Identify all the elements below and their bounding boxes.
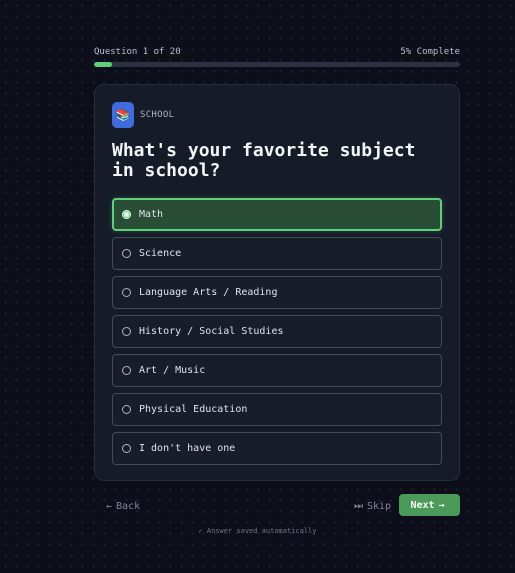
next-button[interactable]: Next → [399,494,460,516]
arrow-right-icon: → [438,499,445,511]
books-icon: 📚 [112,102,134,128]
option-none[interactable]: I don't have one [112,432,442,465]
question-title: What's your favorite subject in school? [112,140,416,181]
option-label: Physical Education [139,404,248,415]
radio-icon [122,249,131,258]
progress-bar [94,62,460,67]
option-label: Language Arts / Reading [139,287,278,298]
radio-icon [122,405,131,414]
option-label: I don't have one [139,443,236,454]
category-label: SCHOOL [140,110,175,120]
option-history[interactable]: History / Social Studies [112,315,442,348]
question-counter: Question 1 of 20 [94,47,181,57]
autosave-note: ✓ Answer saved automatically [198,527,317,535]
category-header: 📚 SCHOOL [112,102,174,128]
progress-header: Question 1 of 20 5% Complete [94,47,460,57]
option-label: Science [139,248,182,259]
option-label: Math [139,209,164,220]
option-art-music[interactable]: Art / Music [112,354,442,387]
percent-complete: 5% Complete [400,47,460,57]
option-physical-education[interactable]: Physical Education [112,393,442,426]
option-label: History / Social Studies [139,326,284,337]
radio-selected-icon [122,210,131,219]
back-label: Back [116,500,141,512]
skip-label: Skip [367,500,392,512]
progress-bar-fill [94,62,113,67]
question-card: 📚 SCHOOL What's your favorite subject in… [94,84,460,481]
option-math[interactable]: Math [112,198,442,231]
answer-options: Math Science Language Arts / Reading His… [112,198,442,471]
skip-button[interactable]: ⏭ Skip [350,498,391,514]
option-science[interactable]: Science [112,237,442,270]
radio-icon [122,327,131,336]
next-label: Next [410,499,435,511]
radio-icon [122,366,131,375]
arrow-left-icon: ← [106,500,113,512]
option-language-arts[interactable]: Language Arts / Reading [112,276,442,309]
radio-icon [122,288,131,297]
skip-forward-icon: ⏭ [354,500,363,512]
back-button[interactable]: ← Back [102,498,140,514]
radio-icon [122,444,131,453]
option-label: Art / Music [139,365,206,376]
